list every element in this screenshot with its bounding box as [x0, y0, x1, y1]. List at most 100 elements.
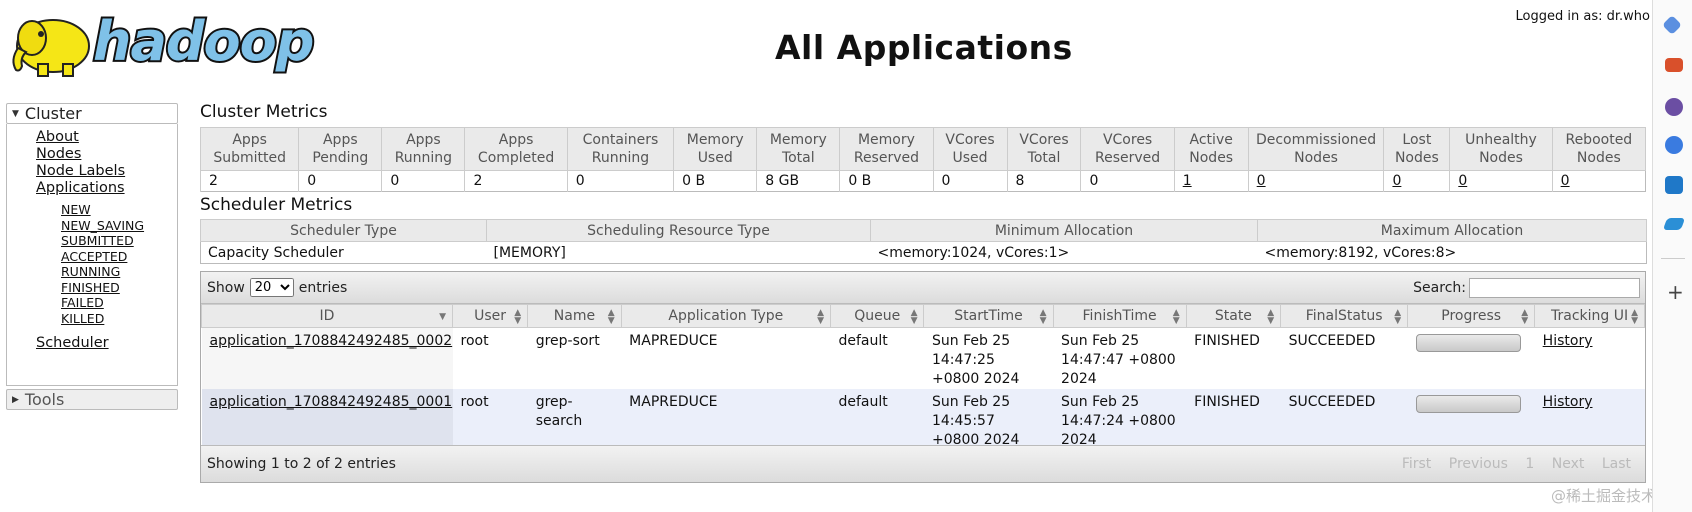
scheduler-metrics-table: Scheduler Type Scheduling Resource Type Mi…: [200, 219, 1647, 264]
metric-value: 0: [1080, 170, 1175, 192]
scheduler-header: Maximum Allocation: [1257, 219, 1647, 242]
sort-icon: ▲ ▼: [1631, 308, 1638, 326]
cell-type: MAPREDUCE: [621, 327, 831, 389]
column-header[interactable]: Application Type ▲ ▼: [620, 304, 832, 328]
metric-value: 2: [199, 170, 299, 192]
column-header[interactable]: ID ▼: [201, 304, 453, 328]
table-row: application_1708842492485_0002 root grep-s…: [201, 327, 1645, 389]
column-header-label: User: [474, 308, 507, 324]
nav-state-accepted[interactable]: ACCEPTED: [61, 249, 177, 265]
browser-side-toolbar: +: [1652, 0, 1692, 512]
chevron-down-icon: ▼: [12, 108, 19, 119]
column-header[interactable]: User ▲ ▼: [451, 304, 529, 328]
sort-icon: ▲ ▼: [1267, 308, 1275, 326]
metric-header: Rebooted Nodes: [1551, 127, 1647, 171]
cluster-label: Cluster: [24, 104, 82, 123]
tag-icon[interactable]: [1662, 15, 1682, 35]
metric-header: Unhealthy Nodes: [1449, 127, 1553, 171]
pager-last[interactable]: Last: [1602, 456, 1631, 472]
page-size-select[interactable]: 20: [249, 278, 294, 297]
metric-value: 0: [1449, 170, 1553, 192]
tracking-link[interactable]: History: [1543, 333, 1593, 349]
scheduler-metrics-title: Scheduler Metrics: [200, 195, 353, 215]
cell-progress: [1407, 327, 1535, 389]
cell-finish: Sun Feb 25 14:47:47 +0800 2024: [1053, 327, 1187, 389]
cell-name: grep-sort: [527, 327, 622, 389]
nav-node-labels[interactable]: Node Labels: [36, 163, 177, 180]
nav-state-finished[interactable]: FINISHED: [61, 280, 177, 296]
column-header[interactable]: State ▲ ▼: [1185, 304, 1282, 328]
pager-page[interactable]: 1: [1525, 456, 1534, 472]
cell-state: FINISHED: [1186, 327, 1281, 389]
column-header[interactable]: FinishTime ▲ ▼: [1052, 304, 1187, 328]
toolbar-divider: [1661, 258, 1685, 259]
hadoop-logo[interactable]: hadoop: [8, 8, 316, 80]
sort-icon: ▲ ▼: [1521, 308, 1529, 326]
column-header[interactable]: Tracking UI ▲ ▼: [1534, 304, 1645, 328]
sort-icon: ▲ ▼: [817, 308, 824, 326]
nav-state-running[interactable]: RUNNING: [61, 264, 177, 280]
pager-next[interactable]: Next: [1552, 456, 1585, 472]
nav-scheduler[interactable]: Scheduler: [36, 335, 177, 352]
column-header[interactable]: FinalStatus ▲ ▼: [1280, 304, 1409, 328]
column-header-label: StartTime: [954, 308, 1023, 324]
nav-nodes[interactable]: Nodes: [36, 146, 177, 163]
metric-value: 0 B: [673, 170, 757, 192]
tools-label: Tools: [24, 390, 65, 409]
sort-icon: ▲ ▼: [1394, 308, 1402, 326]
scheduler-value: Capacity Scheduler: [208, 244, 344, 261]
metric-header: VCores Total: [1006, 127, 1082, 171]
metric-header: Apps Pending: [298, 127, 383, 171]
metric-link[interactable]: 0: [1458, 173, 1467, 189]
metric-value: 2: [464, 170, 568, 192]
nav-state-failed[interactable]: FAILED: [61, 295, 177, 311]
column-header[interactable]: Queue ▲ ▼: [829, 304, 925, 328]
nav-state-killed[interactable]: KILLED: [61, 311, 177, 327]
outlook-icon[interactable]: [1665, 176, 1683, 194]
copilot-icon[interactable]: [1665, 136, 1683, 154]
metric-link[interactable]: 0: [1561, 173, 1570, 189]
column-header-label: Progress: [1441, 308, 1502, 324]
app-id-link[interactable]: application_1708842492485_0001: [210, 394, 453, 410]
search-input[interactable]: [1469, 278, 1640, 298]
pager-first[interactable]: First: [1402, 456, 1431, 472]
tracking-link[interactable]: History: [1543, 394, 1593, 410]
add-icon[interactable]: +: [1667, 280, 1684, 304]
person-icon[interactable]: [1665, 98, 1683, 116]
cell-final_status: SUCCEEDED: [1280, 389, 1408, 450]
nav-applications[interactable]: Applications: [36, 180, 177, 197]
cell-tracking: History: [1534, 389, 1645, 450]
metric-link[interactable]: 0: [1257, 173, 1266, 189]
column-header[interactable]: Name ▲ ▼: [527, 304, 622, 328]
briefcase-icon[interactable]: [1665, 58, 1683, 72]
metric-header: Memory Total: [756, 127, 841, 171]
cluster-section-header[interactable]: ▼ Cluster: [6, 103, 178, 124]
metric-value: 8 GB: [756, 170, 840, 192]
tools-section-header[interactable]: ▶ Tools: [6, 389, 178, 410]
progress-bar: [1415, 395, 1521, 413]
cell-id: application_1708842492485_0002: [201, 327, 453, 389]
nav-state-submitted[interactable]: SUBMITTED: [61, 233, 177, 249]
cluster-metrics-title: Cluster Metrics: [200, 102, 328, 122]
page-title: All Applications: [775, 28, 1073, 67]
cell-tracking: History: [1534, 327, 1645, 389]
nav-state-new-saving[interactable]: NEW_SAVING: [61, 218, 177, 234]
scheduler-header: Scheduler Type: [200, 219, 487, 242]
column-header[interactable]: Progress ▲ ▼: [1407, 304, 1536, 328]
send-icon[interactable]: [1662, 218, 1686, 230]
metric-value: 0 B: [839, 170, 934, 192]
cell-name: grep-search: [527, 389, 622, 450]
scheduler-header: Scheduling Resource Type: [486, 219, 871, 242]
metric-link[interactable]: 0: [1392, 173, 1401, 189]
scheduler-value: <memory:8192, vCores:8>: [1264, 244, 1457, 261]
pager-previous[interactable]: Previous: [1449, 456, 1508, 472]
nav-about[interactable]: About: [36, 129, 177, 146]
metric-link[interactable]: 1: [1183, 173, 1192, 189]
metric-header: Apps Running: [381, 127, 466, 171]
column-header[interactable]: StartTime ▲ ▼: [923, 304, 1054, 328]
cell-user: root: [452, 327, 528, 389]
show-label: Show: [207, 279, 245, 296]
nav-state-new[interactable]: NEW: [61, 202, 177, 218]
app-id-link[interactable]: application_1708842492485_0002: [210, 333, 453, 349]
logo-text: hadoop: [91, 10, 316, 73]
